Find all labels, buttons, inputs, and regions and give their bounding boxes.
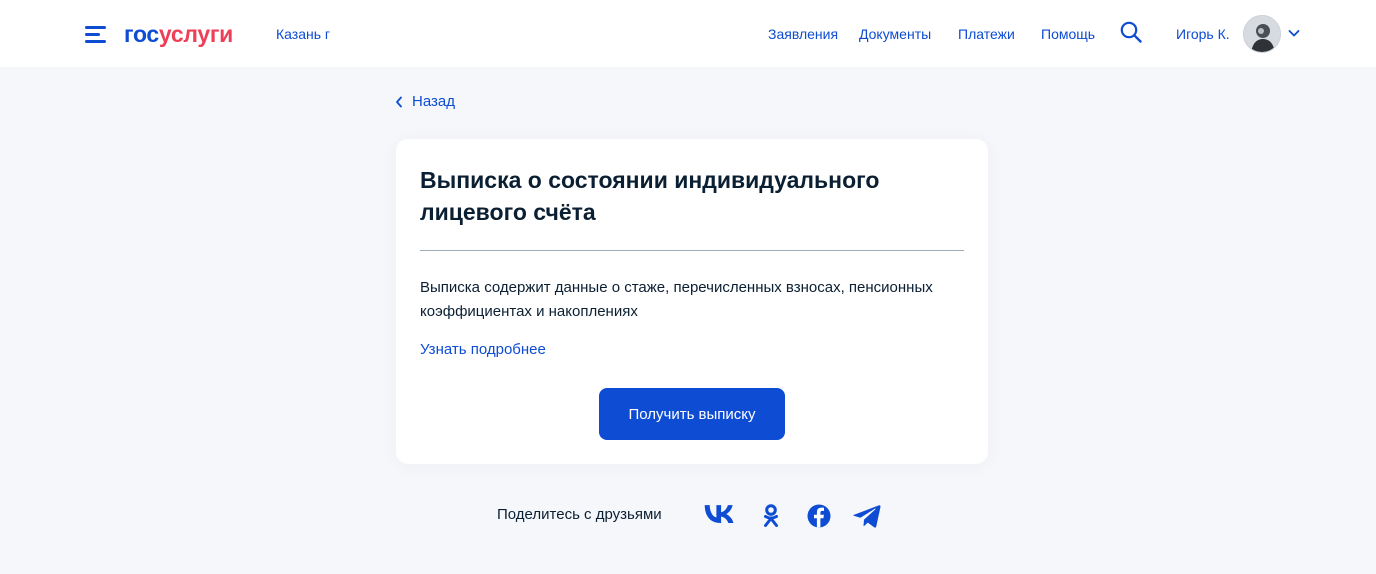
chevron-down-icon[interactable] [1288, 28, 1300, 38]
divider [420, 250, 964, 251]
gosuslugi-logo[interactable]: госуслуги [124, 20, 233, 48]
statement-card: Выписка о состоянии индивидуального лице… [396, 139, 988, 464]
back-label: Назад [412, 93, 455, 110]
nav-documents[interactable]: Документы [859, 26, 931, 42]
logo-part-uslugi: услуги [158, 21, 233, 47]
user-name[interactable]: Игорь К. [1176, 26, 1230, 42]
nav-applications[interactable]: Заявления [768, 26, 838, 42]
facebook-icon[interactable] [804, 503, 834, 529]
top-header: госуслуги Казань г Заявления Документы П… [0, 0, 1376, 67]
back-link[interactable]: Назад [395, 93, 455, 110]
nav-help[interactable]: Помощь [1041, 26, 1095, 42]
menu-icon[interactable] [85, 24, 107, 44]
avatar[interactable] [1243, 15, 1281, 53]
chevron-left-icon [396, 96, 402, 107]
share-label: Поделитесь с друзьями [497, 506, 662, 523]
odnoklassniki-icon[interactable] [756, 503, 786, 529]
vk-icon[interactable] [704, 503, 734, 529]
search-icon[interactable] [1120, 21, 1142, 43]
learn-more-link[interactable]: Узнать подробнее [420, 341, 546, 358]
get-statement-button[interactable]: Получить выписку [599, 388, 785, 440]
telegram-icon[interactable] [852, 503, 882, 529]
card-description: Выписка содержит данные о стаже, перечис… [420, 279, 933, 320]
logo-part-gos: гос [124, 21, 159, 47]
nav-payments[interactable]: Платежи [958, 26, 1015, 42]
page-title: Выписка о состоянии индивидуального лице… [420, 167, 880, 225]
city-selector[interactable]: Казань г [276, 26, 330, 42]
